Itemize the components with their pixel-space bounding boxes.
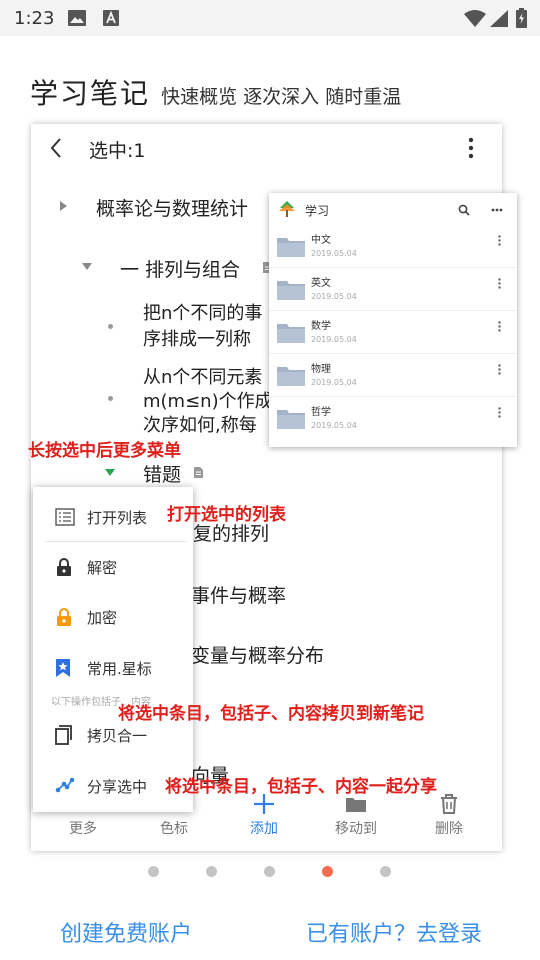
folder-row[interactable]: 物理 2019.05.04 bbox=[269, 354, 517, 397]
headline-subtitle: 快速概览 逐次深入 随时重温 bbox=[161, 86, 402, 108]
more-vert-icon[interactable] bbox=[498, 321, 501, 332]
trash-icon bbox=[441, 794, 457, 814]
folder-popup-title: 学习 bbox=[305, 204, 330, 218]
folder-row[interactable]: 数学 2019.05.04 bbox=[269, 311, 517, 354]
more-vert-icon[interactable] bbox=[468, 136, 474, 160]
folder-list-popup: 学习 中文 2019.05.04 英文 2019.05.04 数学 2019.0… bbox=[269, 193, 517, 447]
expand-arrow-icon[interactable] bbox=[105, 469, 115, 476]
menu-item-label: 解密 bbox=[87, 559, 118, 577]
list-icon bbox=[55, 508, 75, 526]
bullet bbox=[108, 324, 113, 329]
more-vert-icon[interactable] bbox=[498, 364, 501, 375]
tree-item-probability[interactable]: 概率论与数理统计 bbox=[96, 194, 248, 221]
toolbar-label: 移动到 bbox=[335, 821, 377, 837]
tree-item-text: m(m≤n)个作成 bbox=[143, 391, 273, 412]
folder-row[interactable]: 英文 2019.05.04 bbox=[269, 268, 517, 311]
lock-icon bbox=[57, 608, 71, 626]
tree-logo-icon bbox=[279, 201, 295, 217]
folder-name: 中文 bbox=[311, 235, 331, 246]
menu-item-encrypt[interactable]: 加密 bbox=[33, 597, 193, 637]
toolbar-add-button[interactable]: 添加 bbox=[224, 792, 304, 838]
folder-date: 2019.05.04 bbox=[311, 335, 357, 344]
folder-name: 英文 bbox=[311, 278, 331, 289]
bullet bbox=[108, 396, 113, 401]
toolbar-delete-button[interactable]: 删除 bbox=[409, 792, 489, 838]
menu-item-label: 分享选中 bbox=[87, 778, 148, 796]
more-vert-icon[interactable] bbox=[498, 407, 501, 418]
folder-date: 2019.05.04 bbox=[311, 292, 357, 301]
a-icon bbox=[103, 10, 119, 26]
pager-dot-active[interactable] bbox=[322, 866, 333, 877]
app-bar: 选中:1 bbox=[31, 124, 502, 174]
menu-item-label: 加密 bbox=[87, 609, 118, 627]
menu-divider bbox=[45, 541, 187, 542]
tree-item-text: 次序如何,称每 bbox=[143, 415, 257, 436]
toolbar-move-button[interactable]: 移动到 bbox=[316, 792, 396, 838]
more-vert-icon[interactable] bbox=[498, 278, 501, 289]
folder-date: 2019.05.04 bbox=[311, 378, 357, 387]
menu-item-label: 拷贝合一 bbox=[87, 727, 148, 745]
folder-date: 2019.05.04 bbox=[311, 421, 357, 430]
tree-item-text[interactable]: 事件与概率 bbox=[191, 581, 286, 608]
folder-icon bbox=[277, 367, 305, 386]
collapse-arrow-icon[interactable] bbox=[60, 201, 67, 211]
tree-item-permutation[interactable]: 一 排列与组合 bbox=[120, 255, 240, 282]
status-time: 1:23 bbox=[14, 8, 55, 29]
bookmark-star-icon bbox=[56, 659, 70, 677]
toolbar-label: 添加 bbox=[250, 821, 278, 837]
back-arrow-icon[interactable] bbox=[49, 136, 63, 160]
tree-item-text[interactable]: 变量与概率分布 bbox=[191, 641, 324, 668]
tree-item-text: 把n个不同的事 bbox=[143, 303, 263, 324]
folder-icon bbox=[277, 324, 305, 343]
annotation-share: 将选中条目，包括子、内容一起分享 bbox=[165, 777, 437, 797]
menu-item-star[interactable]: 常用.星标 bbox=[33, 648, 193, 688]
tree-item-text: 序排成一列称 bbox=[143, 329, 251, 350]
folder-icon bbox=[277, 238, 305, 257]
context-menu: 打开列表 解密 加密 常用.星标 以下操作包括子、内容 拷贝合一 分享选中 bbox=[33, 487, 193, 812]
annotation-open-selected: 打开选中的列表 bbox=[167, 505, 286, 525]
pager-dot[interactable] bbox=[148, 866, 159, 877]
create-account-link[interactable]: 创建免费账户 bbox=[60, 916, 192, 948]
toolbar-label: 删除 bbox=[435, 821, 463, 837]
search-icon[interactable] bbox=[458, 204, 470, 216]
pager-dot[interactable] bbox=[264, 866, 275, 877]
folder-popup-header: 学习 bbox=[269, 193, 517, 225]
wifi-icon bbox=[464, 10, 486, 27]
folder-row[interactable]: 哲学 2019.05.04 bbox=[269, 397, 517, 440]
menu-item-label: 常用.星标 bbox=[87, 660, 152, 678]
folder-name: 物理 bbox=[311, 364, 331, 375]
battery-icon bbox=[516, 8, 527, 28]
expand-arrow-icon[interactable] bbox=[82, 263, 92, 270]
annotation-copy: 将选中条目，包括子、内容拷贝到新笔记 bbox=[118, 704, 424, 724]
headline-title: 学习笔记 bbox=[30, 77, 151, 110]
folder-icon bbox=[277, 410, 305, 429]
pager-dot[interactable] bbox=[380, 866, 391, 877]
folder-name: 哲学 bbox=[311, 407, 331, 418]
status-bar: 1:23 bbox=[0, 0, 540, 36]
selection-count-title: 选中:1 bbox=[89, 140, 146, 162]
more-horiz-icon[interactable] bbox=[491, 208, 503, 212]
image-icon bbox=[68, 10, 86, 26]
headline: 学习笔记 快速概览 逐次深入 随时重温 bbox=[30, 72, 401, 112]
signal-icon bbox=[490, 10, 508, 27]
menu-item-label: 打开列表 bbox=[87, 509, 148, 527]
more-vert-icon[interactable] bbox=[498, 235, 501, 246]
menu-item-decrypt[interactable]: 解密 bbox=[33, 547, 193, 587]
toolbar-label: 色标 bbox=[160, 821, 188, 837]
lock-icon bbox=[57, 558, 71, 576]
toolbar-label: 更多 bbox=[69, 821, 97, 837]
login-link[interactable]: 已有账户？去登录 bbox=[306, 916, 482, 948]
tree-item-wrong-questions[interactable]: 错题 bbox=[143, 460, 181, 487]
note-icon bbox=[194, 467, 203, 478]
pager-dot[interactable] bbox=[206, 866, 217, 877]
share-icon bbox=[55, 777, 75, 793]
folder-date: 2019.05.04 bbox=[311, 249, 357, 258]
folder-name: 数学 bbox=[311, 321, 331, 332]
tree-item-text: 从n个不同元素 bbox=[143, 367, 263, 388]
folder-icon bbox=[277, 281, 305, 300]
copy-icon bbox=[55, 725, 72, 745]
annotation-long-press: 长按选中后更多菜单 bbox=[28, 441, 181, 461]
folder-row[interactable]: 中文 2019.05.04 bbox=[269, 225, 517, 268]
